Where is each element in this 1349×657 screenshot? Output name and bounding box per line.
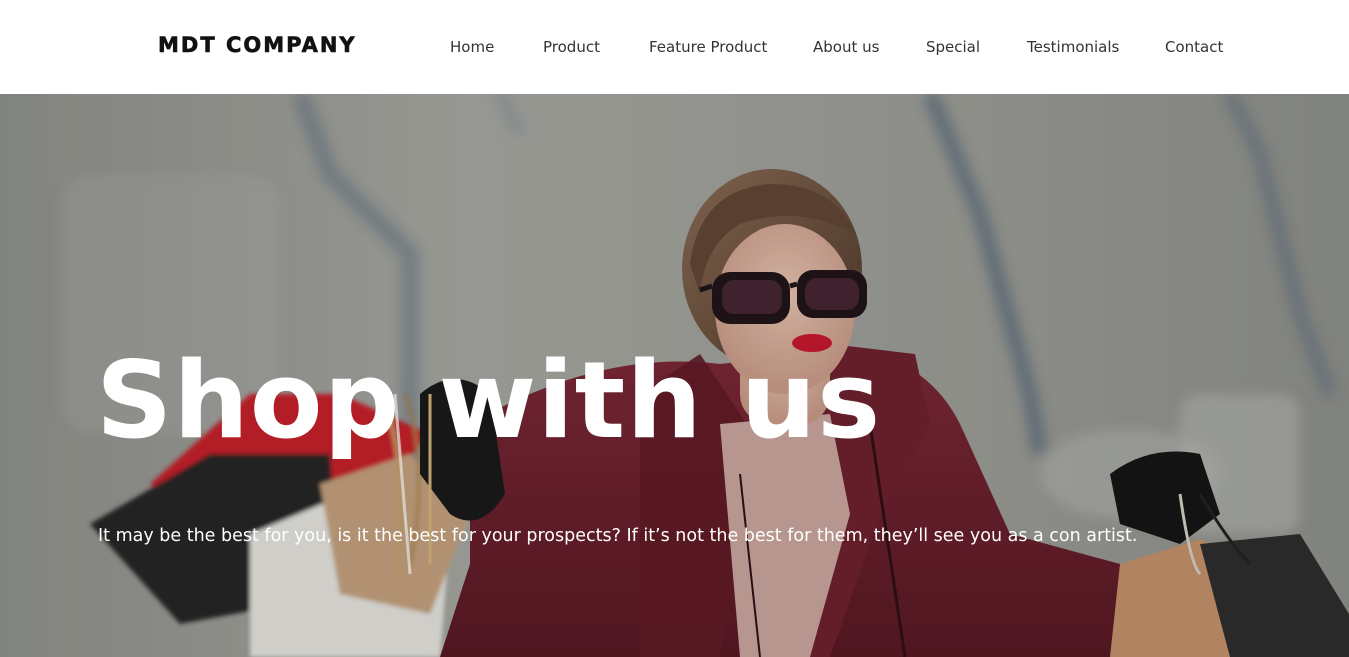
hero-banner: Shop with us It may be the best for you,… [0, 94, 1349, 657]
nav-about-us[interactable]: About us [813, 38, 879, 56]
nav-special[interactable]: Special [926, 38, 980, 56]
hero-title: Shop with us [96, 339, 882, 462]
nav-home[interactable]: Home [450, 38, 494, 56]
nav-feature-product[interactable]: Feature Product [649, 38, 767, 56]
nav-testimonials[interactable]: Testimonials [1027, 38, 1119, 56]
brand-logo[interactable]: MDT COMPANY [158, 33, 357, 58]
nav-product[interactable]: Product [543, 38, 600, 56]
hero-subtitle: It may be the best for you, is it the be… [98, 526, 1138, 546]
nav-contact[interactable]: Contact [1165, 38, 1223, 56]
site-header: MDT COMPANY Home Product Feature Product… [0, 0, 1349, 94]
